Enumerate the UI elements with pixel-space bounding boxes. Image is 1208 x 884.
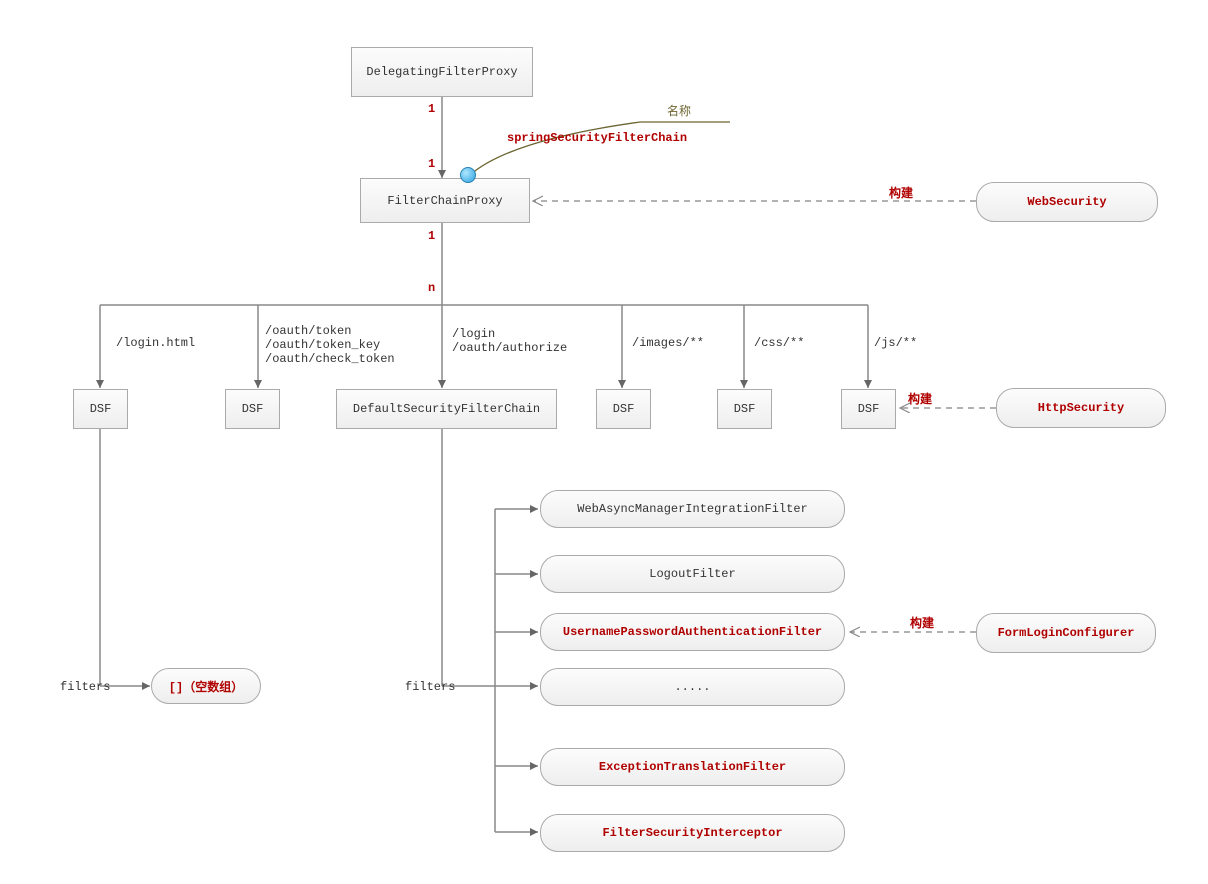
label-path-1: /login.html (116, 336, 195, 350)
label-filter-5: ExceptionTranslationFilter (599, 760, 786, 774)
label-filter-6: FilterSecurityInterceptor (602, 826, 782, 840)
box-dsf-6: DSF (841, 389, 896, 429)
label-one-a: 1 (428, 102, 435, 116)
label-filters-2: filters (405, 680, 455, 694)
box-dsf-4: DSF (596, 389, 651, 429)
label-path-3b: /oauth/authorize (452, 341, 567, 355)
label-path-4: /images/** (632, 336, 704, 350)
pill-filter-5: ExceptionTranslationFilter (540, 748, 845, 786)
label-empty-array: []（空数组） (169, 678, 243, 695)
label-path-3a: /login (452, 327, 495, 341)
label-build-2: 构建 (908, 390, 932, 407)
label-filter-4: ..... (674, 680, 710, 694)
pill-filter-4: ..... (540, 668, 845, 706)
label-n: n (428, 281, 435, 295)
label-filter-1: WebAsyncManagerIntegrationFilter (577, 502, 807, 516)
box-dsf-1: DSF (73, 389, 128, 429)
label-filter-2: LogoutFilter (649, 567, 735, 581)
label-name-title: 名称 (667, 102, 691, 119)
label-spring-security-filter-chain: springSecurityFilterChain (507, 131, 687, 145)
label-path-6: /js/** (874, 336, 917, 350)
label-path-2a: /oauth/token (265, 324, 351, 338)
label-delegating-filter-proxy: DelegatingFilterProxy (366, 65, 517, 79)
label-path-2c: /oauth/check_token (265, 352, 395, 366)
pill-form-login-configurer: FormLoginConfigurer (976, 613, 1156, 653)
label-one-c: 1 (428, 229, 435, 243)
pill-http-security: HttpSecurity (996, 388, 1166, 428)
box-dsf-5: DSF (717, 389, 772, 429)
label-form-login-configurer: FormLoginConfigurer (998, 626, 1135, 640)
note-anchor-dot (460, 167, 476, 183)
label-web-security: WebSecurity (1027, 195, 1106, 209)
pill-web-security: WebSecurity (976, 182, 1158, 222)
label-dsf-4: DSF (613, 402, 635, 416)
pill-filter-2: LogoutFilter (540, 555, 845, 593)
label-build-1: 构建 (889, 184, 913, 201)
label-path-5: /css/** (754, 336, 804, 350)
label-build-3: 构建 (910, 614, 934, 631)
label-path-2b: /oauth/token_key (265, 338, 380, 352)
box-filter-chain-proxy: FilterChainProxy (360, 178, 530, 223)
pill-filter-1: WebAsyncManagerIntegrationFilter (540, 490, 845, 528)
label-filter-3: UsernamePasswordAuthenticationFilter (563, 625, 822, 639)
label-default-security-filter-chain: DefaultSecurityFilterChain (353, 402, 540, 416)
label-one-b: 1 (428, 157, 435, 171)
pill-empty-array: []（空数组） (151, 668, 261, 704)
box-dsf-2: DSF (225, 389, 280, 429)
pill-filter-6: FilterSecurityInterceptor (540, 814, 845, 852)
label-filters-1: filters (60, 680, 110, 694)
label-filter-chain-proxy: FilterChainProxy (387, 194, 502, 208)
label-http-security: HttpSecurity (1038, 401, 1124, 415)
box-default-security-filter-chain: DefaultSecurityFilterChain (336, 389, 557, 429)
label-dsf-5: DSF (734, 402, 756, 416)
label-dsf-2: DSF (242, 402, 264, 416)
label-dsf-6: DSF (858, 402, 880, 416)
label-dsf-1: DSF (90, 402, 112, 416)
box-delegating-filter-proxy: DelegatingFilterProxy (351, 47, 533, 97)
pill-filter-3: UsernamePasswordAuthenticationFilter (540, 613, 845, 651)
